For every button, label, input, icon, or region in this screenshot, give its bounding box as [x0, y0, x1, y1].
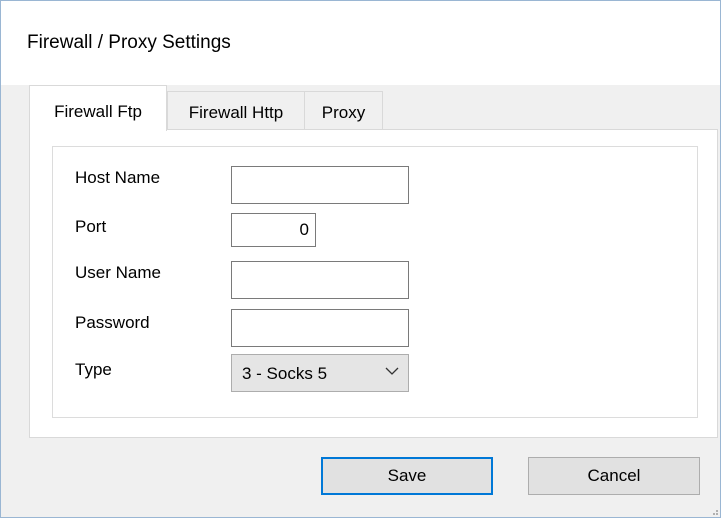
host-name-label: Host Name [75, 168, 161, 187]
port-label: Port [75, 217, 107, 236]
title-bar: Firewall / Proxy Settings [1, 1, 720, 85]
tab-label: Firewall Http [188, 103, 284, 122]
port-input[interactable]: 0 [231, 213, 316, 247]
tab-firewall-ftp[interactable]: Firewall Ftp [29, 85, 167, 131]
chevron-down-icon [385, 367, 399, 375]
type-selected-value: 3 - Socks 5 [242, 364, 328, 383]
user-name-input[interactable] [231, 261, 409, 299]
save-button[interactable]: Save [321, 457, 493, 495]
tab-proxy[interactable]: Proxy [304, 91, 383, 129]
firewall-proxy-settings-dialog: Firewall / Proxy Settings Firewall Ftp F… [0, 0, 721, 518]
tab-panel-firewall-ftp: Host Name Port 0 User Name Password Type… [29, 129, 718, 438]
host-name-input[interactable] [231, 166, 409, 204]
settings-group: Host Name Port 0 User Name Password Type… [52, 146, 698, 418]
cancel-button[interactable]: Cancel [528, 457, 700, 495]
tab-label: Proxy [321, 103, 366, 122]
user-name-label: User Name [75, 263, 161, 282]
tab-firewall-http[interactable]: Firewall Http [167, 91, 305, 129]
resize-grip-icon[interactable] [709, 506, 719, 516]
type-label: Type [75, 360, 112, 379]
password-label: Password [75, 313, 150, 332]
tab-label: Firewall Ftp [54, 102, 142, 121]
dialog-title: Firewall / Proxy Settings [27, 32, 231, 53]
type-dropdown[interactable]: 3 - Socks 5 [231, 354, 409, 392]
password-input[interactable] [231, 309, 409, 347]
